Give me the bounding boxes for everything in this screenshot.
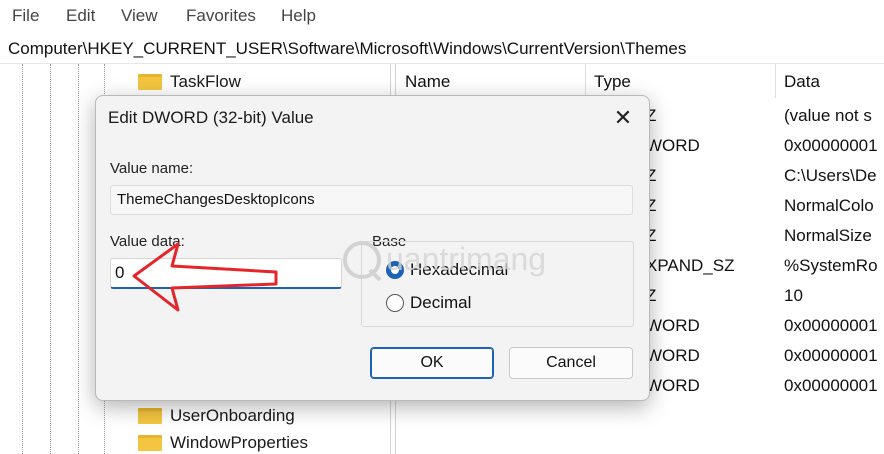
value-type-cell: WORD bbox=[646, 136, 700, 155]
base-group bbox=[361, 241, 634, 327]
radio-decimal[interactable]: Decimal bbox=[386, 293, 471, 313]
tree-guide-line bbox=[50, 64, 51, 454]
folder-icon bbox=[138, 408, 162, 424]
menu-edit[interactable]: Edit bbox=[66, 6, 95, 26]
folder-icon bbox=[138, 435, 162, 451]
value-data-cell: 0x00000001 bbox=[784, 346, 878, 365]
value-name-label: Value name: bbox=[110, 160, 194, 177]
value-data-cell: %SystemRo bbox=[784, 256, 878, 275]
tree-node-label: TaskFlow bbox=[170, 72, 241, 91]
column-divider[interactable] bbox=[585, 64, 586, 98]
radio-checked-icon bbox=[386, 261, 404, 279]
ok-button[interactable]: OK bbox=[370, 347, 494, 379]
value-type-cell: WORD bbox=[646, 316, 700, 335]
radio-unchecked-icon bbox=[386, 294, 404, 312]
tree-guide-line bbox=[22, 64, 23, 454]
tree-node-label: WindowProperties bbox=[170, 433, 308, 452]
value-data-cell: 0x00000001 bbox=[784, 376, 878, 395]
radio-hexadecimal[interactable]: Hexadecimal bbox=[386, 260, 508, 280]
tree-node-taskflow[interactable]: TaskFlow bbox=[138, 70, 241, 94]
value-data-cell: (value not s bbox=[784, 106, 872, 125]
radio-label: Hexadecimal bbox=[410, 260, 509, 279]
tree-node-label: UserOnboarding bbox=[170, 406, 295, 425]
column-divider[interactable] bbox=[775, 64, 776, 98]
value-type-cell: WORD bbox=[646, 376, 700, 395]
menu-favorites[interactable]: Favorites bbox=[186, 6, 256, 26]
column-header-type[interactable]: Type bbox=[594, 72, 631, 92]
value-name-field[interactable]: ThemeChangesDesktopIcons bbox=[110, 185, 633, 215]
value-type-cell: WORD bbox=[646, 346, 700, 365]
radio-label: Decimal bbox=[410, 293, 472, 312]
value-data-cell: NormalColo bbox=[784, 196, 874, 215]
column-header-data[interactable]: Data bbox=[784, 72, 820, 92]
value-data-cell: 10 bbox=[784, 286, 803, 305]
menu-file[interactable]: File bbox=[12, 6, 39, 26]
menu-view[interactable]: View bbox=[121, 6, 158, 26]
close-icon[interactable]: ✕ bbox=[608, 104, 638, 132]
dialog-title: Edit DWORD (32-bit) Value bbox=[108, 108, 314, 127]
tree-node-useronboarding[interactable]: UserOnboarding bbox=[138, 404, 295, 428]
value-data-cell: 0x00000001 bbox=[784, 316, 878, 335]
address-bar[interactable]: Computer\HKEY_CURRENT_USER\Software\Micr… bbox=[0, 36, 884, 64]
cancel-button[interactable]: Cancel bbox=[509, 347, 633, 379]
tree-guide-line bbox=[78, 64, 79, 454]
address-path[interactable]: Computer\HKEY_CURRENT_USER\Software\Micr… bbox=[8, 39, 686, 59]
column-header-name[interactable]: Name bbox=[405, 72, 450, 92]
menu-bar: File Edit View Favorites Help bbox=[0, 0, 884, 36]
value-data-cell: C:\Users\De bbox=[784, 166, 877, 185]
value-type-cell: XPAND_SZ bbox=[646, 256, 735, 275]
menu-help[interactable]: Help bbox=[281, 6, 316, 26]
folder-icon bbox=[138, 74, 162, 90]
tree-node-windowproperties[interactable]: WindowProperties bbox=[138, 431, 308, 454]
value-data-cell: NormalSize bbox=[784, 226, 872, 245]
value-data-cell: 0x00000001 bbox=[784, 136, 878, 155]
annotation-arrow-icon bbox=[132, 242, 278, 312]
